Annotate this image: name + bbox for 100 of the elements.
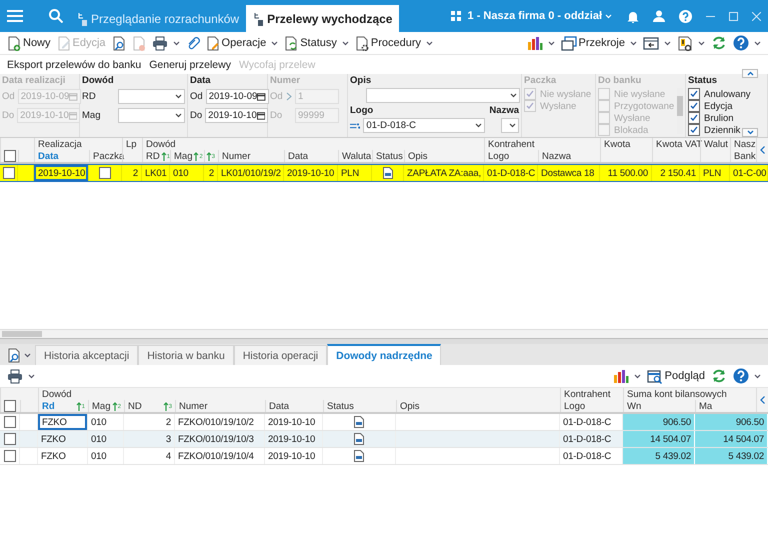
checkbox[interactable] xyxy=(688,100,700,112)
column-header[interactable]: Status xyxy=(376,150,403,162)
caret-icon xyxy=(172,40,180,46)
procedures-button[interactable]: Procedury xyxy=(352,33,436,53)
column-header[interactable]: ND xyxy=(128,400,142,412)
column-header[interactable]: Wn xyxy=(627,400,642,412)
caret-icon xyxy=(475,123,482,128)
link-icon xyxy=(350,122,360,130)
print-icon xyxy=(7,368,23,384)
caret-icon xyxy=(509,123,516,128)
company-selector[interactable]: 1 - Nasza firma 0 - oddział xyxy=(468,10,612,22)
checkbox[interactable] xyxy=(4,433,16,445)
checkbox[interactable] xyxy=(4,450,16,462)
date-field[interactable]: 2019-10-10 xyxy=(205,108,268,123)
table-cell: 2 150.41 xyxy=(652,165,700,181)
column-header[interactable]: Bank xyxy=(734,150,756,162)
document-icon xyxy=(382,167,392,179)
table-cell: FZKO/010/19/10/2 xyxy=(175,414,265,430)
column-header: Kontrahent xyxy=(488,138,534,150)
caret-icon xyxy=(175,113,182,118)
caret-icon xyxy=(548,40,555,46)
column-header[interactable]: Logo xyxy=(564,400,586,412)
column-header[interactable]: RD xyxy=(146,150,160,162)
preview-button[interactable]: Podgląd xyxy=(644,366,708,386)
filter-title: Opis xyxy=(350,75,372,86)
caret-icon xyxy=(175,94,182,99)
date-field[interactable]: 2019-10-09 xyxy=(206,89,269,104)
dropdown-field[interactable] xyxy=(501,118,519,133)
caret-icon xyxy=(754,40,761,46)
tab[interactable]: Przelewy wychodzące xyxy=(246,5,400,32)
table-cell: 14 504.07 xyxy=(695,431,768,447)
horizontal-scrollbar[interactable] xyxy=(0,329,768,338)
new-button[interactable]: Nowy xyxy=(4,33,54,53)
column-header[interactable]: Numer xyxy=(179,400,208,412)
checkbox-label: Blokada xyxy=(614,124,648,136)
column-header[interactable]: Waluta xyxy=(342,150,372,162)
table-cell: FZKO xyxy=(38,448,88,464)
table-cell: 14 504.07 xyxy=(623,431,695,447)
filter-title: Nazwa xyxy=(489,105,519,116)
checkbox[interactable] xyxy=(99,167,111,179)
column-header[interactable]: Opis xyxy=(408,150,428,162)
column-header[interactable]: Mag xyxy=(174,150,192,162)
field-label: Od xyxy=(190,91,203,102)
tab[interactable]: Historia akceptacji xyxy=(35,345,138,365)
tab[interactable]: Dowody nadrzędne xyxy=(327,344,442,365)
dropdown-field[interactable] xyxy=(118,108,185,123)
caret-icon xyxy=(698,40,705,46)
column-header[interactable]: Data xyxy=(38,150,59,162)
checkbox[interactable] xyxy=(688,88,700,100)
document-gear-icon xyxy=(354,36,369,50)
column-header[interactable]: Nazwa xyxy=(542,150,572,162)
table-row[interactable]: 2019-10-10 2 LK01 010 2 LK01/010/19/2 2019-10-10 PLN ZAPŁATA ZA:aaa, 01-D-018-C Dostawca 18 11 500.00 2 150.41 PLN 01-C-00 xyxy=(0,164,768,182)
column-header[interactable]: Opis xyxy=(400,400,420,412)
table-row[interactable]: FZKO 010 3 FZKO/010/19/10/3 2019-10-10 01-D-018-C 14 504.07 14 504.07 xyxy=(0,431,768,448)
caret-icon xyxy=(634,374,641,378)
chevron-up-icon xyxy=(746,71,754,76)
checkbox[interactable] xyxy=(4,400,16,412)
checkbox[interactable] xyxy=(2,167,14,179)
checkbox[interactable] xyxy=(688,112,700,124)
table-cell: Dostawca 18 xyxy=(538,165,600,181)
column-header[interactable]: Status xyxy=(327,400,354,412)
column-header[interactable]: Numer xyxy=(222,150,251,162)
column-header[interactable]: Data xyxy=(288,150,308,162)
column-header[interactable]: Logo xyxy=(488,150,510,162)
table-cell: LK01/010/19/2 xyxy=(218,165,284,181)
column-header[interactable]: Rd xyxy=(42,400,55,412)
calendar-icon xyxy=(69,92,78,101)
expand-button[interactable] xyxy=(742,128,758,137)
calendar-icon xyxy=(68,111,78,120)
dropdown-field[interactable] xyxy=(366,88,520,103)
statuses-button[interactable]: Statusy xyxy=(281,33,352,53)
checkbox-label: Nie wysłane xyxy=(614,88,666,100)
checkbox[interactable] xyxy=(4,150,16,162)
column-header[interactable]: Mag xyxy=(92,400,110,412)
table-row[interactable]: FZKO 010 4 FZKO/010/19/10/4 2019-10-10 01-D-018-C 5 439.02 5 439.02 xyxy=(0,448,768,465)
table-cell: LK01 xyxy=(142,165,170,181)
collapse-button[interactable] xyxy=(742,69,758,78)
tab[interactable]: Historia operacji xyxy=(234,345,328,365)
dropdown-field[interactable]: 01-D-018-C xyxy=(363,118,486,133)
filter-title: Do banku xyxy=(598,75,642,86)
checkbox[interactable] xyxy=(4,416,16,428)
refresh-icon xyxy=(711,368,727,384)
caret-icon xyxy=(28,374,35,378)
caret-icon xyxy=(754,374,761,378)
refresh-icon xyxy=(711,35,727,51)
chevron-down-icon xyxy=(746,130,754,135)
caret-icon xyxy=(24,352,31,358)
dropdown-field[interactable] xyxy=(118,89,185,104)
action-link[interactable]: Eksport przelewów do banku xyxy=(4,58,144,70)
checkbox[interactable] xyxy=(688,124,700,136)
tab[interactable]: Historia w banku xyxy=(138,345,234,365)
table-cell: FZKO xyxy=(38,414,88,430)
action-link[interactable]: Generuj przelewy xyxy=(146,58,234,70)
column-header: Kwota VAT xyxy=(656,138,702,150)
table-cell: 2 xyxy=(204,165,218,181)
column-header[interactable]: Ma xyxy=(699,400,712,412)
table-cell: 2019-10-10 xyxy=(265,448,323,464)
sections-button[interactable]: Przekroje xyxy=(558,33,640,53)
operations-button[interactable]: Operacje xyxy=(202,33,282,53)
column-header[interactable]: Data xyxy=(269,400,290,412)
